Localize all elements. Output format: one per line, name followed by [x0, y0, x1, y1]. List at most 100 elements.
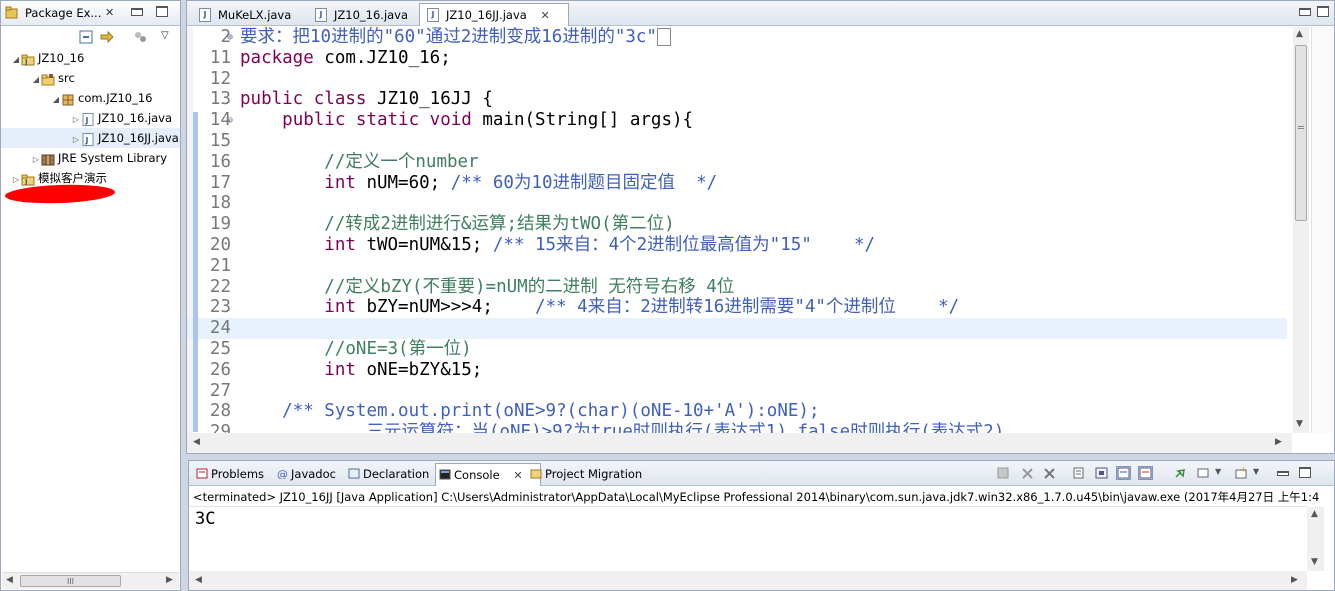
display-selected-console-icon[interactable] — [1197, 467, 1210, 479]
code-line[interactable]: 25 //oNE=3(第一位) — [187, 339, 1287, 360]
minimize-icon[interactable] — [1299, 8, 1311, 16]
tree-item[interactable]: ▷ J JZ10_16JJ.java — [1, 128, 180, 148]
code-text: int tWO=nUM&15; /** 15来自：4个2进制位最高值为"15" … — [324, 235, 876, 255]
terminate-icon[interactable] — [997, 467, 1010, 479]
package-icon — [61, 92, 75, 106]
scroll-down-icon[interactable]: ▼ — [1311, 557, 1318, 567]
code-line[interactable]: 26 int oNE=bZY&15; — [187, 360, 1287, 381]
remove-all-terminated-icon[interactable] — [1043, 467, 1056, 479]
tab-console[interactable]: Console ✕ — [435, 463, 541, 486]
code-line[interactable]: 14 ⊖ public static void main(String[] arg… — [187, 110, 1287, 131]
code-line[interactable]: 28 /** System.out.print(oNE>9?(char)(oNE… — [187, 401, 1287, 422]
console-output[interactable]: 3C — [195, 509, 215, 529]
scroll-thumb[interactable] — [1295, 45, 1307, 221]
clear-console-icon[interactable] — [1073, 467, 1086, 479]
scroll-left-icon[interactable]: ◀ — [193, 437, 200, 447]
tree-item[interactable]: ◢ J JZ10_16 — [1, 48, 180, 68]
scroll-up-icon[interactable]: ▲ — [1296, 29, 1303, 39]
close-icon[interactable]: ✕ — [105, 6, 114, 19]
line-number: 13 — [209, 89, 231, 110]
minimize-icon[interactable] — [1277, 471, 1289, 476]
close-icon[interactable]: ✕ — [540, 5, 549, 27]
console-view: Problems @ Javadoc Declaration Console ✕… — [188, 460, 1335, 591]
code-line[interactable]: 22 //定义bZY(不重要)=nUM的二进制 无符号右移 4位 — [187, 277, 1287, 298]
show-console-on-error-icon[interactable] — [1138, 466, 1153, 480]
code-line[interactable]: 15 — [187, 131, 1287, 152]
scroll-down-icon[interactable]: ▼ — [1296, 419, 1303, 429]
pin-console-icon[interactable] — [1173, 467, 1186, 479]
scroll-up-icon[interactable]: ▲ — [1311, 509, 1318, 519]
code-line[interactable]: 24 — [187, 318, 1287, 340]
code-line[interactable]: 23 int bZY=nUM>>>4; /** 4来自：2进制转16进制需要"4… — [187, 297, 1287, 318]
tree-item[interactable]: ◢ src — [1, 68, 180, 88]
editor-vscrollbar[interactable]: ▲ ▼ — [1293, 27, 1309, 433]
collapsed-icon[interactable]: ▷ — [71, 110, 81, 130]
code-line[interactable]: 17 int nUM=60; /** 60为10进制题目固定值 */ — [187, 173, 1287, 194]
collapse-all-icon[interactable] — [79, 30, 93, 44]
expanded-icon[interactable]: ◢ — [31, 70, 41, 90]
change-marker — [193, 112, 198, 432]
tab-project-migration[interactable]: Project Migration — [527, 463, 665, 485]
chevron-down-icon[interactable]: ▼ — [1215, 467, 1221, 476]
maximize-icon[interactable] — [1317, 6, 1329, 17]
open-console-icon[interactable]: + — [1235, 467, 1248, 479]
maximize-icon[interactable] — [156, 6, 168, 17]
code-line[interactable]: 19 //转成2进制进行&运算;结果为tWO(第二位) — [187, 214, 1287, 235]
java-file-icon: J — [427, 8, 439, 22]
console-vscrollbar[interactable]: ▲ ▼ — [1307, 507, 1324, 571]
focus-icon[interactable] — [133, 30, 147, 44]
tab-label: Console — [454, 468, 500, 482]
expanded-icon[interactable]: ◢ — [11, 50, 21, 70]
scroll-thumb[interactable]: III — [20, 575, 121, 587]
code-line[interactable]: 27 — [187, 381, 1287, 402]
expanded-icon[interactable]: ◢ — [51, 90, 61, 110]
code-text: public class JZ10_16JJ { — [240, 89, 493, 110]
view-menu-icon[interactable]: ▽ — [161, 30, 169, 41]
tree-item[interactable]: ▷ JRE System Library — [1, 148, 180, 168]
scroll-right-icon[interactable]: ▶ — [1291, 575, 1298, 585]
code-line[interactable]: 20 int tWO=nUM&15; /** 15来自：4个2进制位最高值为"1… — [187, 235, 1287, 256]
code-line[interactable]: 11 package com.JZ10_16; — [187, 48, 1287, 69]
close-icon[interactable]: ✕ — [513, 465, 522, 487]
collapsed-icon[interactable]: ▷ — [11, 170, 21, 190]
link-with-editor-icon[interactable] — [99, 30, 115, 44]
scroll-left-icon[interactable]: ◀ — [6, 575, 13, 585]
overview-ruler[interactable] — [1311, 27, 1333, 433]
code-line[interactable]: 12 — [187, 69, 1287, 90]
editor-hscrollbar[interactable]: ◀ ▶ — [187, 433, 1292, 453]
remove-launch-icon[interactable] — [1021, 467, 1034, 479]
problems-icon — [196, 468, 208, 479]
fold-collapse-icon[interactable]: ⊖ — [227, 110, 233, 131]
collapsed-icon[interactable]: ▷ — [71, 130, 81, 150]
minimize-icon[interactable] — [131, 8, 143, 16]
code-line[interactable]: 16 //定义一个number — [187, 152, 1287, 173]
code-line[interactable]: 2 ⊕ 要求：把10进制的"60"通过2进制变成16进制的"3c" — [187, 27, 1287, 48]
code-line[interactable]: 13 public class JZ10_16JJ { — [187, 89, 1287, 110]
scroll-left-icon[interactable]: ◀ — [195, 575, 202, 585]
package-explorer-tab-label[interactable]: Package Ex... — [25, 6, 101, 20]
code-line[interactable]: 29 三元运算符：当(oNE)>9?为true时则执行(表达式1) false时… — [187, 422, 1287, 433]
console-hscrollbar[interactable]: ◀ ▶ — [189, 571, 1307, 590]
library-icon — [41, 152, 55, 166]
tree-item[interactable]: ▷ J JZ10_16.java — [1, 108, 180, 128]
code-text: int nUM=60; /** 60为10进制题目固定值 */ — [324, 172, 718, 193]
chevron-down-icon[interactable]: ▼ — [1253, 467, 1259, 476]
tab-label: JZ10_16.java — [334, 8, 409, 22]
package-explorer-hscrollbar[interactable]: ◀ III ▶ — [2, 572, 179, 589]
show-console-on-output-icon[interactable] — [1116, 466, 1131, 480]
tab-declaration[interactable]: Declaration — [345, 463, 447, 485]
console-icon — [439, 469, 451, 480]
scroll-right-icon[interactable]: ▶ — [1275, 437, 1282, 447]
tree-item[interactable]: ◢ com.JZ10_16 — [1, 88, 180, 108]
tab-mukelx[interactable]: J MuKeLX.java — [191, 3, 323, 26]
code-line[interactable]: 18 — [187, 193, 1287, 214]
code-line[interactable]: 21 — [187, 256, 1287, 277]
maximize-icon[interactable] — [1299, 467, 1311, 478]
scroll-right-icon[interactable]: ▶ — [166, 575, 173, 585]
collapsed-icon[interactable]: ▷ — [31, 150, 41, 170]
code-area[interactable]: 2 ⊕ 要求：把10进制的"60"通过2进制变成16进制的"3c" 11 package… — [187, 27, 1292, 433]
tree-item-label: JZ10_16 — [38, 51, 85, 65]
fold-expand-icon[interactable]: ⊕ — [227, 27, 233, 48]
scroll-lock-icon[interactable] — [1095, 467, 1108, 479]
tab-jz10-16jj[interactable]: J JZ10_16JJ.java ✕ — [419, 3, 569, 26]
